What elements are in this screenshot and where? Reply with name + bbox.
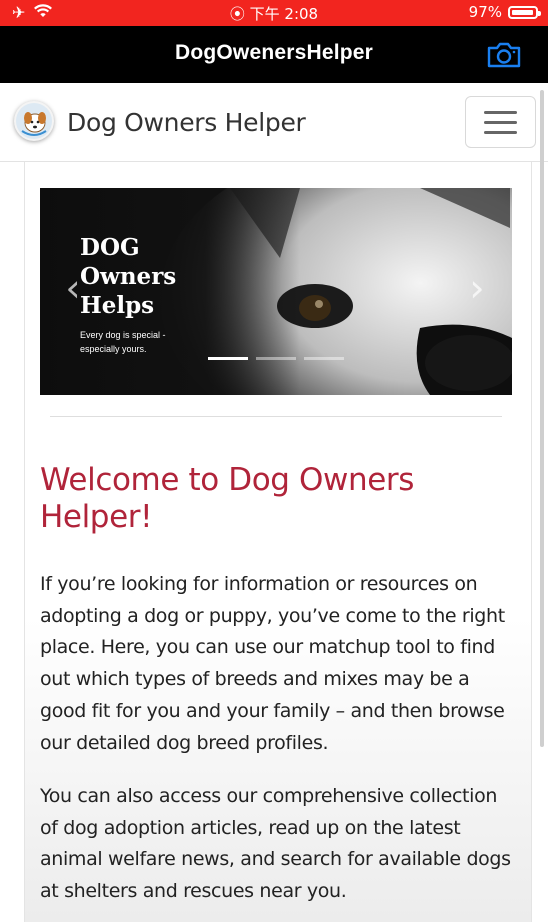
status-right: 97% xyxy=(468,3,541,21)
battery-icon xyxy=(508,5,541,19)
carousel-indicator[interactable] xyxy=(256,357,296,360)
carousel-title: DOG Owners Helps xyxy=(80,234,177,319)
hamburger-icon[interactable] xyxy=(465,96,536,148)
resources-paragraph: You can also access our comprehensive co… xyxy=(40,785,511,903)
welcome-heading: Welcome to Dog Owners Helper! xyxy=(40,462,414,535)
hero-carousel[interactable]: DOG Owners Helps Every dog is special - … xyxy=(40,188,512,395)
site-header: Dog Owners Helper xyxy=(0,83,548,162)
app-bar: DogOwenersHelper xyxy=(0,26,548,83)
carousel-subtitle: Every dog is special - especially yours. xyxy=(80,330,166,354)
intro-paragraph: If you’re looking for information or res… xyxy=(40,573,505,754)
status-bar: ✈ ⦿ 下午 2:08 97% xyxy=(0,0,548,26)
app-title: DogOwenersHelper xyxy=(174,41,374,64)
camera-icon[interactable] xyxy=(486,41,522,69)
battery-percent: 97% xyxy=(468,3,502,21)
carousel-indicators xyxy=(208,357,344,360)
chevron-left-icon[interactable]: ‹ xyxy=(58,268,88,308)
status-time: ⦿ 下午 2:08 xyxy=(229,5,319,23)
divider xyxy=(50,416,502,417)
site-brand[interactable]: Dog Owners Helper xyxy=(67,108,306,137)
battery-level xyxy=(512,9,534,15)
carousel-indicator[interactable] xyxy=(208,357,248,360)
chevron-right-icon[interactable]: › xyxy=(462,268,492,308)
carousel-indicator[interactable] xyxy=(304,357,344,360)
logo[interactable] xyxy=(14,101,54,141)
scrollbar[interactable] xyxy=(540,90,544,747)
